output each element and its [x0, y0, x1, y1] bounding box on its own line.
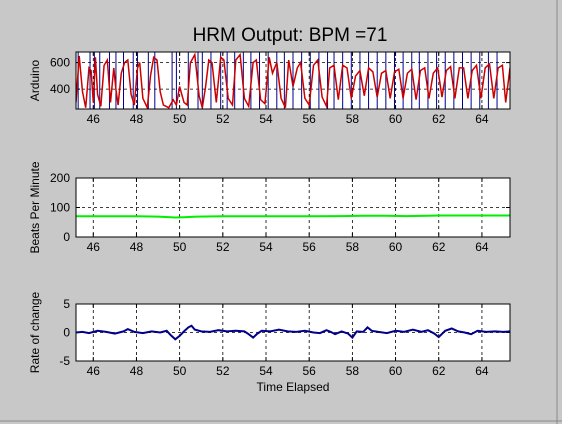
x-axis-label: Time Elapsed: [257, 380, 330, 394]
x-tick-label: 58: [346, 112, 360, 126]
x-tick-label: 46: [87, 112, 101, 126]
x-tick-label: 52: [216, 240, 230, 254]
x-tick-label: 62: [432, 240, 446, 254]
y-axis-label: Rate of change: [28, 291, 42, 373]
x-tick-label: 56: [303, 112, 317, 126]
x-tick-label: 60: [389, 112, 403, 126]
y-tick-label: 0: [63, 230, 70, 244]
x-tick-label: 48: [130, 364, 144, 378]
x-tick-label: 64: [475, 240, 489, 254]
y-tick-label: 600: [50, 56, 70, 70]
x-tick-label: 56: [303, 240, 317, 254]
x-tick-label: 58: [346, 364, 360, 378]
x-tick-label: 48: [130, 112, 144, 126]
x-tick-label: 54: [259, 112, 273, 126]
y-axis-label: Beats Per Minute: [28, 161, 42, 253]
x-tick-label: 58: [346, 240, 360, 254]
figure-title: HRM Output: BPM =71: [193, 25, 388, 46]
y-tick-label: 0: [63, 326, 70, 340]
x-tick-label: 56: [303, 364, 317, 378]
x-tick-label: 48: [130, 240, 144, 254]
x-tick-label: 46: [87, 364, 101, 378]
x-tick-label: 52: [216, 112, 230, 126]
x-tick-label: 52: [216, 364, 230, 378]
y-tick-label: 200: [50, 171, 70, 185]
y-tick-label: 400: [50, 82, 70, 96]
x-tick-label: 60: [389, 240, 403, 254]
x-tick-label: 60: [389, 364, 403, 378]
x-tick-label: 62: [432, 112, 446, 126]
x-tick-label: 46: [87, 240, 101, 254]
x-tick-label: 54: [259, 364, 273, 378]
x-tick-label: 64: [475, 112, 489, 126]
x-tick-label: 54: [259, 240, 273, 254]
x-tick-label: 50: [173, 364, 187, 378]
x-tick-label: 64: [475, 364, 489, 378]
y-tick-label: -5: [59, 354, 70, 368]
figure: HRM Output: BPM =71 46 48 50 52 54 56 58 60 62 64…: [0, 0, 562, 424]
x-tick-label: 50: [173, 240, 187, 254]
y-tick-label: 100: [50, 201, 70, 215]
x-tick-label: 50: [173, 112, 187, 126]
y-axis-label: Arduino: [28, 60, 42, 102]
x-tick-label: 62: [432, 364, 446, 378]
y-tick-label: 5: [63, 297, 70, 311]
